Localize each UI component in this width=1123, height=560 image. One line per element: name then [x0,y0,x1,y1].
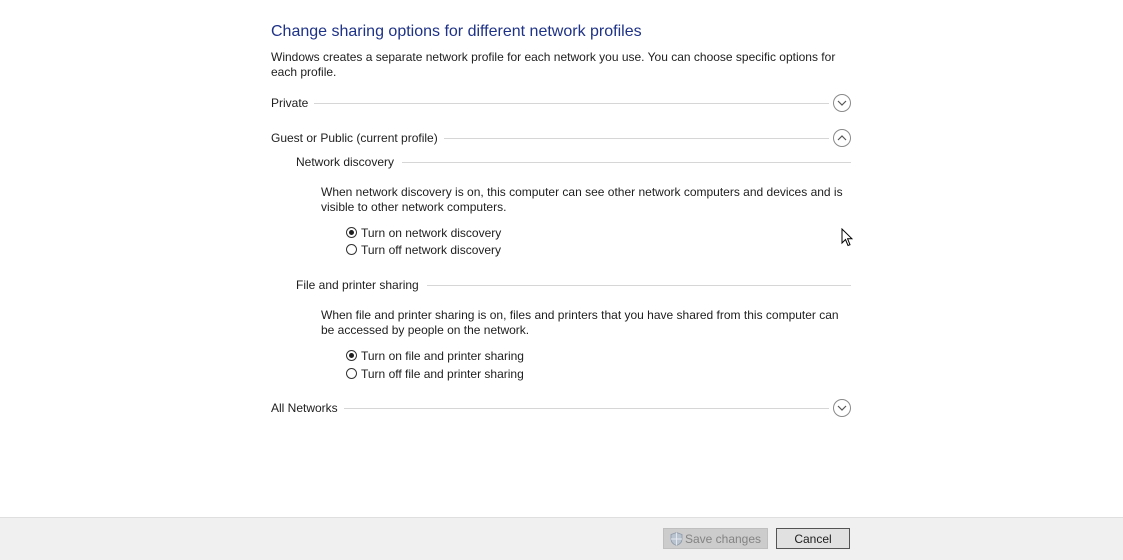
file-printer-sharing-header: File and printer sharing [296,275,851,295]
divider [426,284,851,286]
save-changes-button[interactable]: Save changes [663,528,768,549]
chevron-down-icon[interactable] [833,399,851,417]
uac-shield-icon [670,531,683,546]
network-discovery-heading: Network discovery [296,155,395,169]
divider [402,161,851,163]
radio-button[interactable] [346,244,357,255]
file-printer-sharing-description: When file and printer sharing is on, fil… [321,308,839,337]
divider [343,407,829,409]
section-all-networks-label: All Networks [271,401,338,415]
save-changes-label: Save changes [684,531,762,546]
radio-turn-off-file-printer-sharing[interactable]: Turn off file and printer sharing [346,365,524,382]
divider [314,102,829,104]
radio-turn-on-network-discovery[interactable]: Turn on network discovery [346,224,501,241]
section-guest-public-label: Guest or Public (current profile) [271,131,438,145]
radio-turn-off-network-discovery[interactable]: Turn off network discovery [346,241,501,258]
radio-label: Turn on file and printer sharing [361,348,524,363]
section-private-label: Private [271,96,309,110]
footer-bar: Save changes Cancel [0,517,1123,560]
divider [443,137,829,139]
section-private[interactable]: Private [271,93,851,113]
file-printer-sharing-heading: File and printer sharing [296,278,419,292]
cancel-label: Cancel [794,531,832,546]
radio-turn-on-file-printer-sharing[interactable]: Turn on file and printer sharing [346,347,524,364]
chevron-down-icon[interactable] [833,94,851,112]
page-title: Change sharing options for different net… [271,23,642,40]
radio-label: Turn on network discovery [361,225,502,240]
radio-button[interactable] [346,368,357,379]
section-all-networks[interactable]: All Networks [271,398,851,418]
radio-button-selected[interactable] [346,350,357,361]
network-discovery-description: When network discovery is on, this compu… [321,185,843,214]
intro-text: Windows creates a separate network profi… [271,50,836,79]
network-discovery-header: Network discovery [296,152,851,172]
section-guest-public[interactable]: Guest or Public (current profile) [271,128,851,148]
radio-button-selected[interactable] [346,227,357,238]
radio-label: Turn off network discovery [361,242,502,257]
chevron-up-icon[interactable] [833,129,851,147]
mouse-cursor-icon [841,227,854,250]
radio-label: Turn off file and printer sharing [361,366,524,381]
cancel-button[interactable]: Cancel [776,528,850,549]
